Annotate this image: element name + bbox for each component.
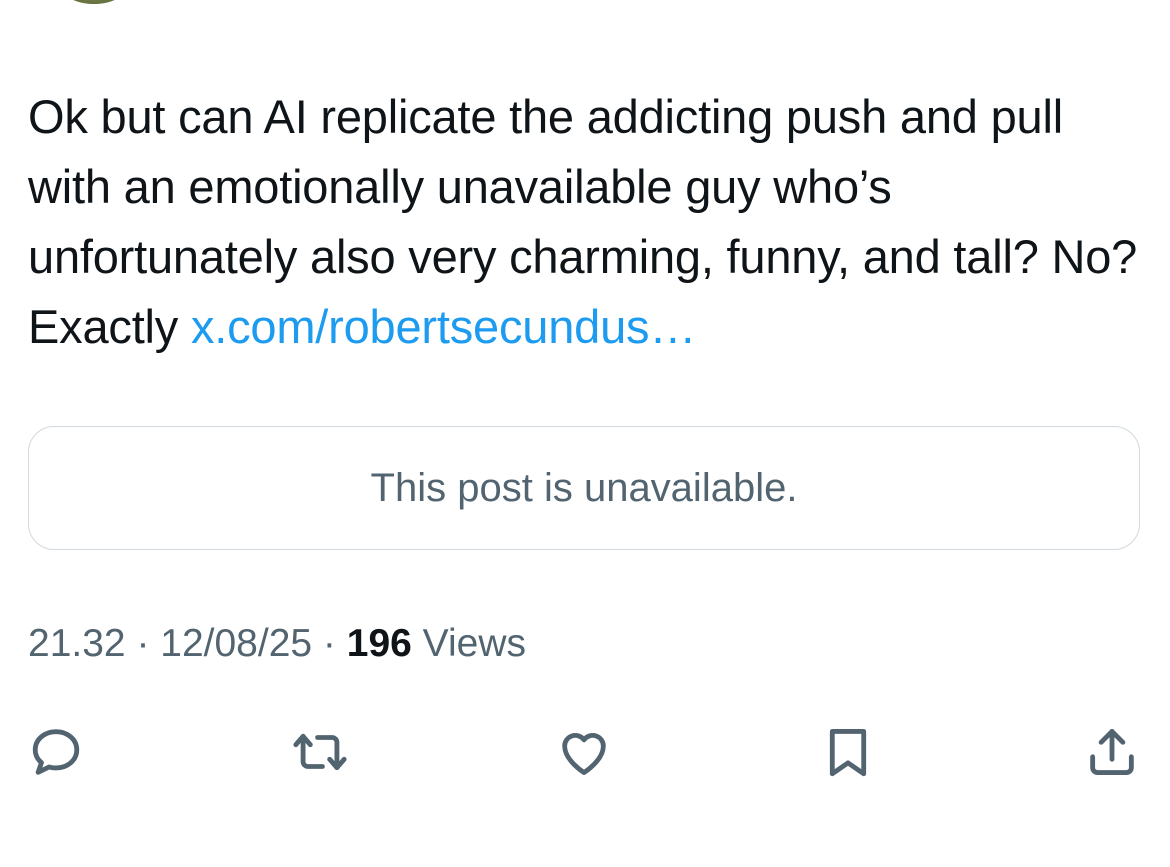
reply-button[interactable] bbox=[24, 720, 88, 784]
meta-separator: · bbox=[125, 622, 161, 665]
tweet-text: Ok but can AI replicate the addicting pu… bbox=[28, 82, 1143, 362]
views-count[interactable]: 196 bbox=[347, 622, 412, 665]
views-label[interactable]: Views bbox=[412, 622, 526, 665]
meta-separator: · bbox=[312, 622, 347, 665]
bookmark-button[interactable] bbox=[816, 720, 880, 784]
repost-icon bbox=[293, 733, 347, 771]
unavailable-message: This post is unavailable. bbox=[370, 465, 798, 510]
share-button[interactable] bbox=[1080, 720, 1144, 784]
post-time[interactable]: 21.32 bbox=[28, 622, 126, 665]
like-icon bbox=[562, 733, 606, 775]
tweet-link[interactable]: x.com/robertsecundus… bbox=[191, 300, 696, 353]
bookmark-icon bbox=[829, 729, 867, 777]
quoted-post-unavailable[interactable]: This post is unavailable. bbox=[28, 426, 1140, 550]
reply-icon bbox=[32, 729, 80, 775]
tweet-meta: 21.32 · 12/08/25 · 196 Views bbox=[28, 622, 526, 666]
repost-button[interactable] bbox=[288, 720, 352, 784]
action-bar bbox=[0, 720, 1170, 784]
avatar[interactable] bbox=[58, 0, 130, 4]
share-icon bbox=[1090, 729, 1134, 775]
like-button[interactable] bbox=[552, 720, 616, 784]
post-date[interactable]: 12/08/25 bbox=[160, 622, 312, 665]
